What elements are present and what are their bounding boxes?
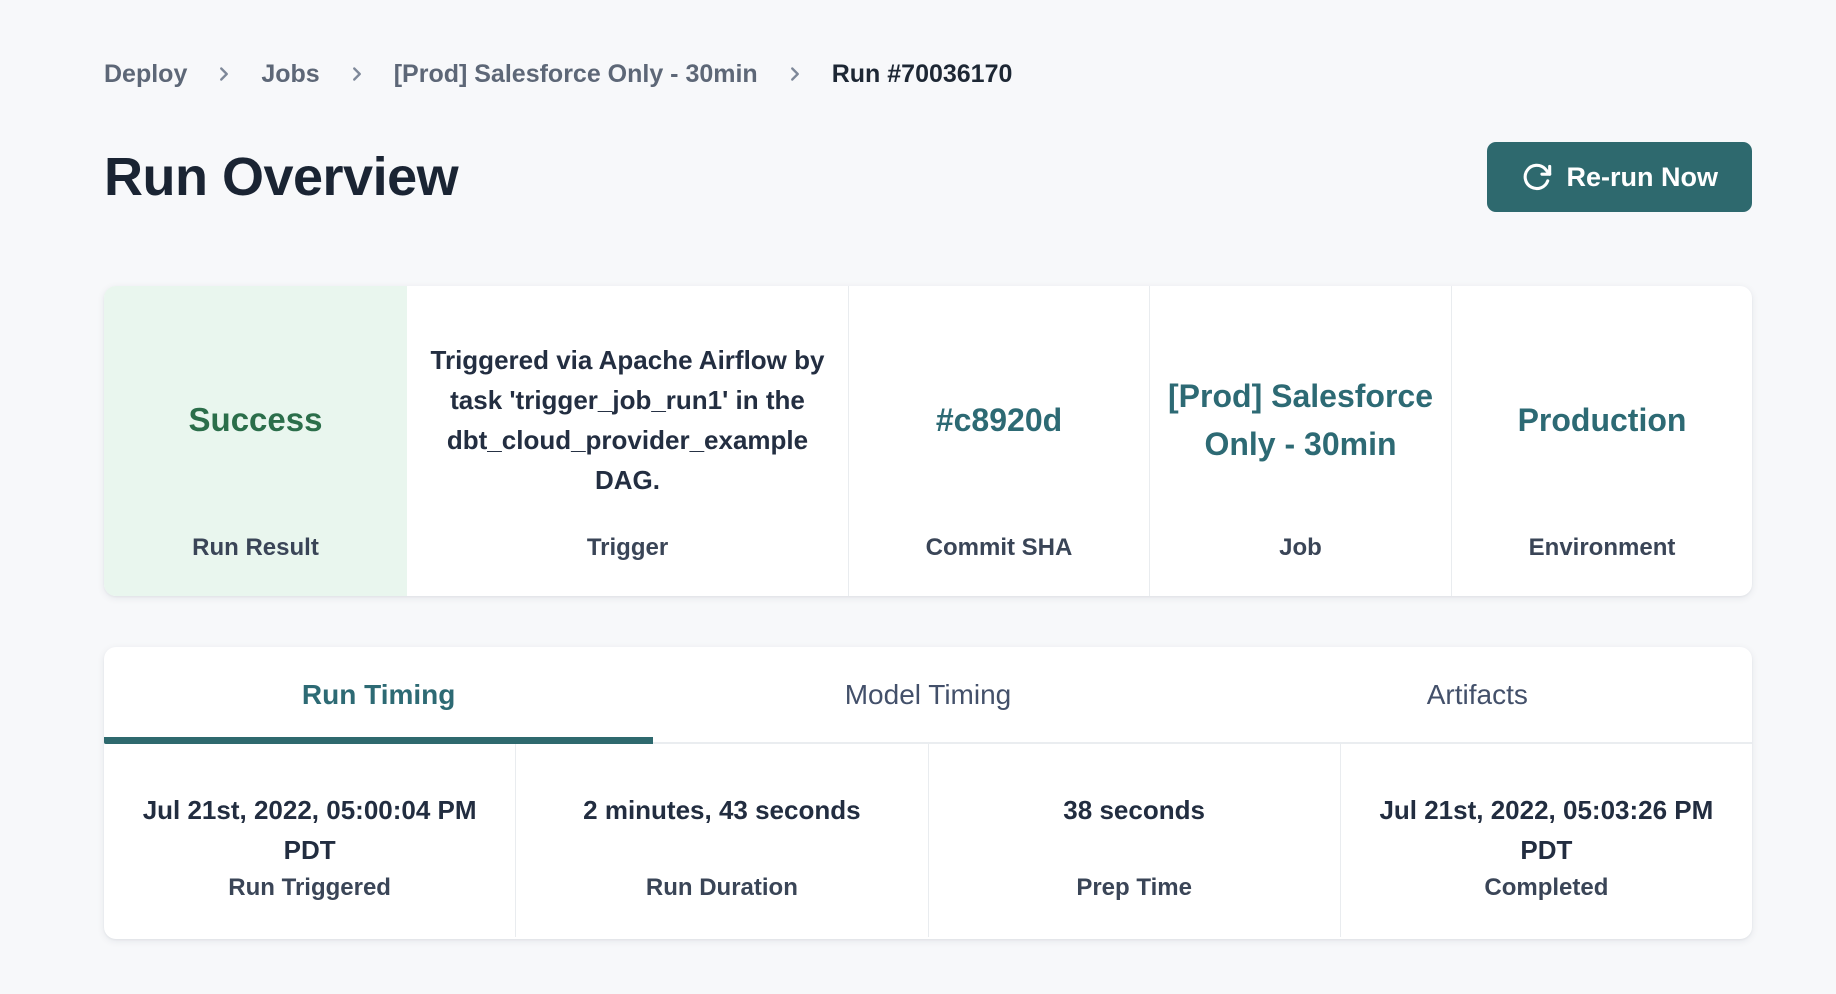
chevron-right-icon [346, 63, 368, 85]
run-timing-content: Jul 21st, 2022, 05:00:04 PM PDT Run Trig… [104, 744, 1752, 937]
page-title: Run Overview [104, 146, 458, 208]
run-triggered-label: Run Triggered [228, 874, 391, 902]
breadcrumb-item-run-number: Run #70036170 [832, 60, 1013, 89]
run-triggered-cell: Jul 21st, 2022, 05:00:04 PM PDT Run Trig… [104, 744, 515, 937]
trigger-value: Triggered via Apache Airflow by task 'tr… [429, 340, 827, 500]
prep-time-cell: 38 seconds Prep Time [928, 744, 1340, 937]
environment-card: Production Environment [1451, 286, 1752, 596]
run-result-value: Success [189, 401, 323, 439]
chevron-right-icon [213, 63, 235, 85]
prep-time-value: 38 seconds [1063, 790, 1205, 870]
commit-sha-card: #c8920d Commit SHA [848, 286, 1149, 596]
run-duration-value: 2 minutes, 43 seconds [583, 790, 860, 870]
tab-model-timing[interactable]: Model Timing [653, 647, 1202, 742]
job-card: [Prod] Salesforce Only - 30min Job [1149, 286, 1451, 596]
rerun-now-button[interactable]: Re-run Now [1487, 142, 1753, 212]
completed-value: Jul 21st, 2022, 05:03:26 PM PDT [1350, 790, 1742, 870]
trigger-card: Triggered via Apache Airflow by task 'tr… [407, 286, 848, 596]
refresh-icon [1521, 162, 1552, 193]
prep-time-label: Prep Time [1076, 874, 1192, 902]
run-result-label: Run Result [104, 534, 407, 596]
run-duration-label: Run Duration [646, 874, 798, 902]
tab-artifacts[interactable]: Artifacts [1203, 647, 1752, 742]
job-label: Job [1150, 534, 1451, 596]
commit-sha-label: Commit SHA [849, 534, 1149, 596]
breadcrumb-item-job-name[interactable]: [Prod] Salesforce Only - 30min [394, 60, 758, 89]
chevron-right-icon [784, 63, 806, 85]
rerun-now-label: Re-run Now [1567, 162, 1719, 193]
run-result-card: Success Run Result [104, 286, 407, 596]
commit-sha-link[interactable]: #c8920d [936, 396, 1062, 444]
page-header: Run Overview Re-run Now [104, 142, 1752, 212]
environment-link[interactable]: Production [1518, 396, 1687, 444]
timing-tab-bar: Run Timing Model Timing Artifacts [104, 647, 1752, 744]
run-overview-page: Deploy Jobs [Prod] Salesforce Only - 30m… [0, 0, 1836, 994]
breadcrumb-item-jobs[interactable]: Jobs [261, 60, 319, 89]
tab-run-timing[interactable]: Run Timing [104, 647, 653, 742]
completed-label: Completed [1484, 874, 1608, 902]
breadcrumb: Deploy Jobs [Prod] Salesforce Only - 30m… [104, 56, 1752, 92]
job-link[interactable]: [Prod] Salesforce Only - 30min [1168, 372, 1433, 468]
breadcrumb-item-deploy[interactable]: Deploy [104, 60, 187, 89]
completed-cell: Jul 21st, 2022, 05:03:26 PM PDT Complete… [1340, 744, 1752, 937]
trigger-label: Trigger [407, 534, 848, 596]
run-summary-cards: Success Run Result Triggered via Apache … [104, 286, 1752, 596]
run-duration-cell: 2 minutes, 43 seconds Run Duration [515, 744, 927, 937]
run-timing-panel: Run Timing Model Timing Artifacts Jul 21… [104, 647, 1752, 939]
environment-label: Environment [1452, 534, 1752, 596]
run-triggered-value: Jul 21st, 2022, 05:00:04 PM PDT [114, 790, 506, 870]
